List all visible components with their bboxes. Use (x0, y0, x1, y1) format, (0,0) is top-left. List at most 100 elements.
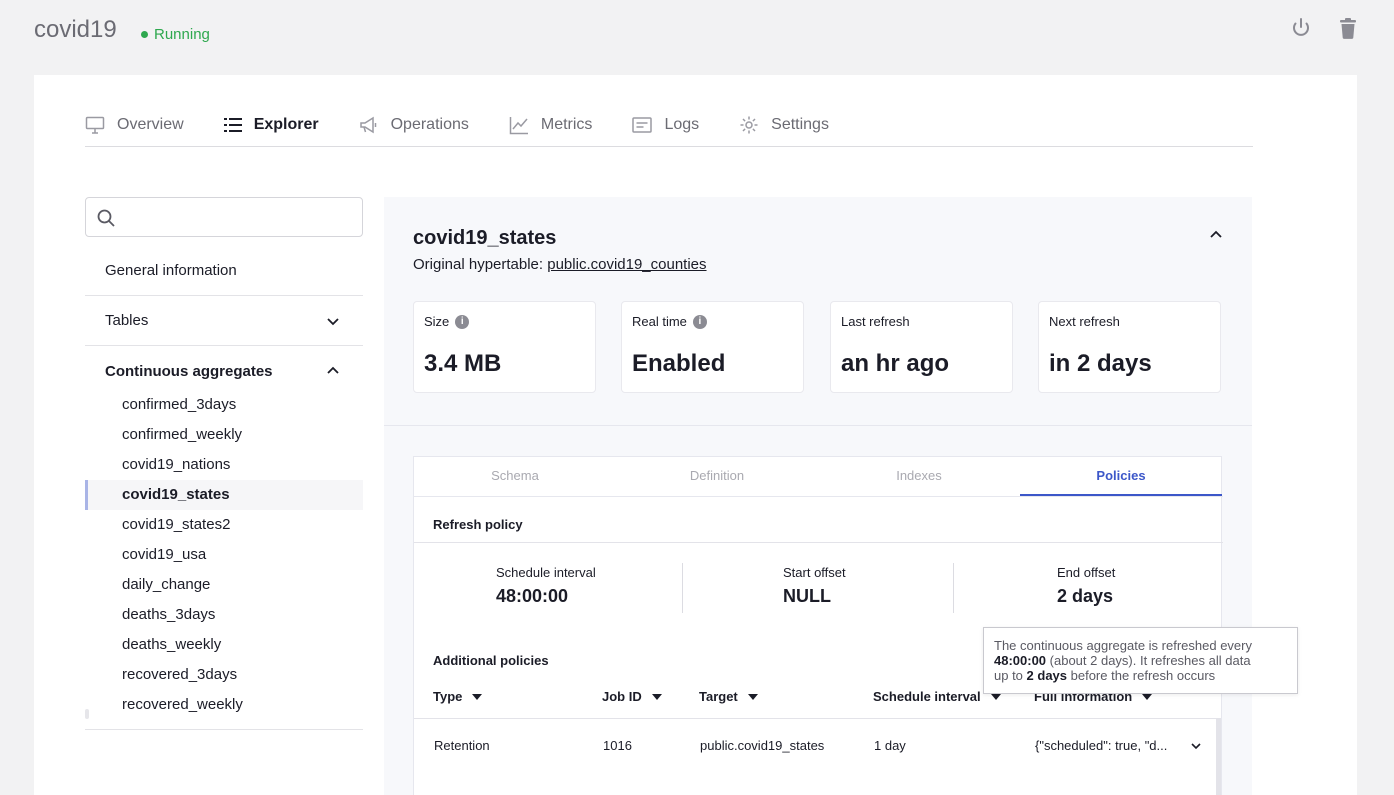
sidebar-tables[interactable]: Tables (85, 296, 363, 346)
sidebar-divider (85, 729, 363, 730)
stat-size: Size i 3.4 MB (413, 301, 596, 393)
stat-next-refresh-label: Next refresh (1049, 314, 1120, 329)
stat-next-refresh-value: in 2 days (1049, 350, 1152, 377)
detail-tabs-card: Schema Definition Indexes Policies Refre… (413, 456, 1223, 795)
status-dot-icon (141, 31, 148, 38)
aggregate-item[interactable]: deaths_weekly (85, 630, 363, 660)
sidebar-general-information-label: General information (105, 262, 237, 279)
cell-full-information: {"scheduled": true, "d... (1035, 738, 1168, 753)
tab-overview-label: Overview (117, 116, 184, 133)
tab-schema[interactable]: Schema (414, 457, 616, 496)
collapse-button[interactable] (1208, 227, 1224, 248)
start-offset-metric: Start offset NULL (783, 565, 846, 607)
aggregate-list: confirmed_3days confirmed_weekly covid19… (85, 390, 363, 720)
aggregate-title: covid19_states (413, 227, 557, 249)
column-header-schedule-interval[interactable]: Schedule interval (873, 689, 1001, 704)
start-offset-value: NULL (783, 586, 831, 606)
additional-policies-heading: Additional policies (433, 653, 549, 668)
sidebar-continuous-aggregates[interactable]: Continuous aggregates (85, 346, 363, 396)
tab-operations[interactable]: Operations (359, 105, 469, 145)
stat-last-refresh: Last refresh an hr ago (830, 301, 1013, 393)
aggregate-item[interactable]: daily_change (85, 570, 363, 600)
refresh-policy-divider (414, 542, 1223, 543)
aggregate-item[interactable]: deaths_3days (85, 600, 363, 630)
table-scrollbar[interactable] (1216, 718, 1221, 795)
power-icon[interactable] (1289, 16, 1313, 40)
metric-separator (953, 563, 954, 613)
aggregate-item[interactable]: covid19_nations (85, 450, 363, 480)
column-header-target[interactable]: Target (699, 689, 758, 704)
status-badge: Running (141, 26, 210, 43)
tab-explorer-label: Explorer (253, 116, 319, 133)
aggregate-item[interactable]: covid19_states2 (85, 510, 363, 540)
stat-last-refresh-value: an hr ago (841, 350, 950, 377)
top-bar: covid19 Running (0, 0, 1394, 70)
end-offset-metric[interactable]: End offset 2 days (1057, 565, 1115, 607)
hypertable-label: Original hypertable: (413, 256, 544, 273)
table-header-divider (414, 718, 1219, 719)
search-input[interactable] (126, 204, 351, 230)
tab-metrics-label: Metrics (540, 116, 593, 133)
aggregate-item[interactable]: confirmed_3days (85, 390, 363, 420)
tab-logs-label: Logs (664, 116, 700, 133)
stat-real-time-label: Real time (632, 314, 687, 329)
sort-caret-icon (747, 693, 758, 700)
end-offset-value: 2 days (1057, 586, 1114, 606)
stat-size-label: Size (424, 314, 450, 329)
tab-settings[interactable]: Settings (739, 105, 829, 145)
schedule-interval-value: 48:00:00 (496, 586, 569, 606)
sort-caret-icon (651, 693, 662, 700)
monitor-icon (85, 116, 105, 134)
sort-caret-icon (472, 693, 483, 700)
cell-type: Retention (434, 738, 490, 753)
stat-last-refresh-label: Last refresh (841, 314, 910, 329)
tab-explorer[interactable]: Explorer (223, 105, 319, 145)
metric-separator (682, 563, 683, 613)
schedule-interval-label: Schedule interval (496, 565, 596, 580)
aggregate-item[interactable]: covid19_usa (85, 540, 363, 570)
sidebar-tables-label: Tables (105, 312, 149, 329)
info-icon[interactable]: i (455, 314, 470, 329)
sidebar-continuous-aggregates-label: Continuous aggregates (105, 362, 273, 380)
megaphone-icon (359, 116, 376, 134)
tab-policies[interactable]: Policies (1020, 457, 1222, 496)
aggregate-item[interactable]: confirmed_weekly (85, 420, 363, 450)
aggregate-item[interactable]: recovered_weekly (85, 690, 363, 720)
column-header-type[interactable]: Type (433, 689, 483, 704)
stat-size-value: 3.4 MB (424, 350, 502, 377)
trash-icon[interactable] (1336, 16, 1360, 40)
service-tabs: Overview Explorer Operations Metrics Log… (85, 105, 1253, 147)
list-icon (223, 118, 242, 132)
start-offset-label: Start offset (783, 565, 846, 580)
tab-logs[interactable]: Logs (632, 105, 699, 145)
sort-caret-icon (990, 693, 1001, 700)
sidebar-scrollbar[interactable] (85, 709, 89, 719)
tab-definition[interactable]: Definition (616, 457, 818, 496)
tab-overview[interactable]: Overview (85, 105, 184, 145)
chevron-down-icon (327, 318, 339, 326)
chevron-up-icon (327, 366, 339, 374)
hypertable-link[interactable]: public.covid19_counties (547, 256, 706, 273)
cell-schedule-interval: 1 day (874, 738, 906, 753)
sidebar-general-information[interactable]: General information (85, 246, 363, 296)
chevron-down-icon[interactable] (1190, 740, 1202, 752)
stat-next-refresh: Next refresh in 2 days (1038, 301, 1221, 393)
info-icon[interactable]: i (692, 314, 707, 329)
column-header-job-id[interactable]: Job ID (602, 689, 662, 704)
end-offset-label: End offset (1057, 565, 1116, 580)
detail-tabs: Schema Definition Indexes Policies (414, 457, 1223, 497)
tab-settings-label: Settings (771, 116, 829, 133)
chart-icon (509, 117, 528, 135)
panel-divider (384, 425, 1252, 426)
gear-icon (740, 116, 758, 134)
tab-operations-label: Operations (390, 116, 469, 133)
tab-indexes[interactable]: Indexes (818, 457, 1020, 496)
aggregate-item[interactable]: recovered_3days (85, 660, 363, 690)
sort-caret-icon (1142, 693, 1153, 700)
logs-icon (632, 117, 653, 133)
end-offset-tooltip: The continuous aggregate is refreshed ev… (983, 627, 1298, 694)
tab-metrics[interactable]: Metrics (509, 105, 593, 145)
search-box (85, 197, 363, 237)
aggregate-item-selected[interactable]: covid19_states (85, 480, 363, 510)
chevron-up-icon (1210, 230, 1222, 238)
